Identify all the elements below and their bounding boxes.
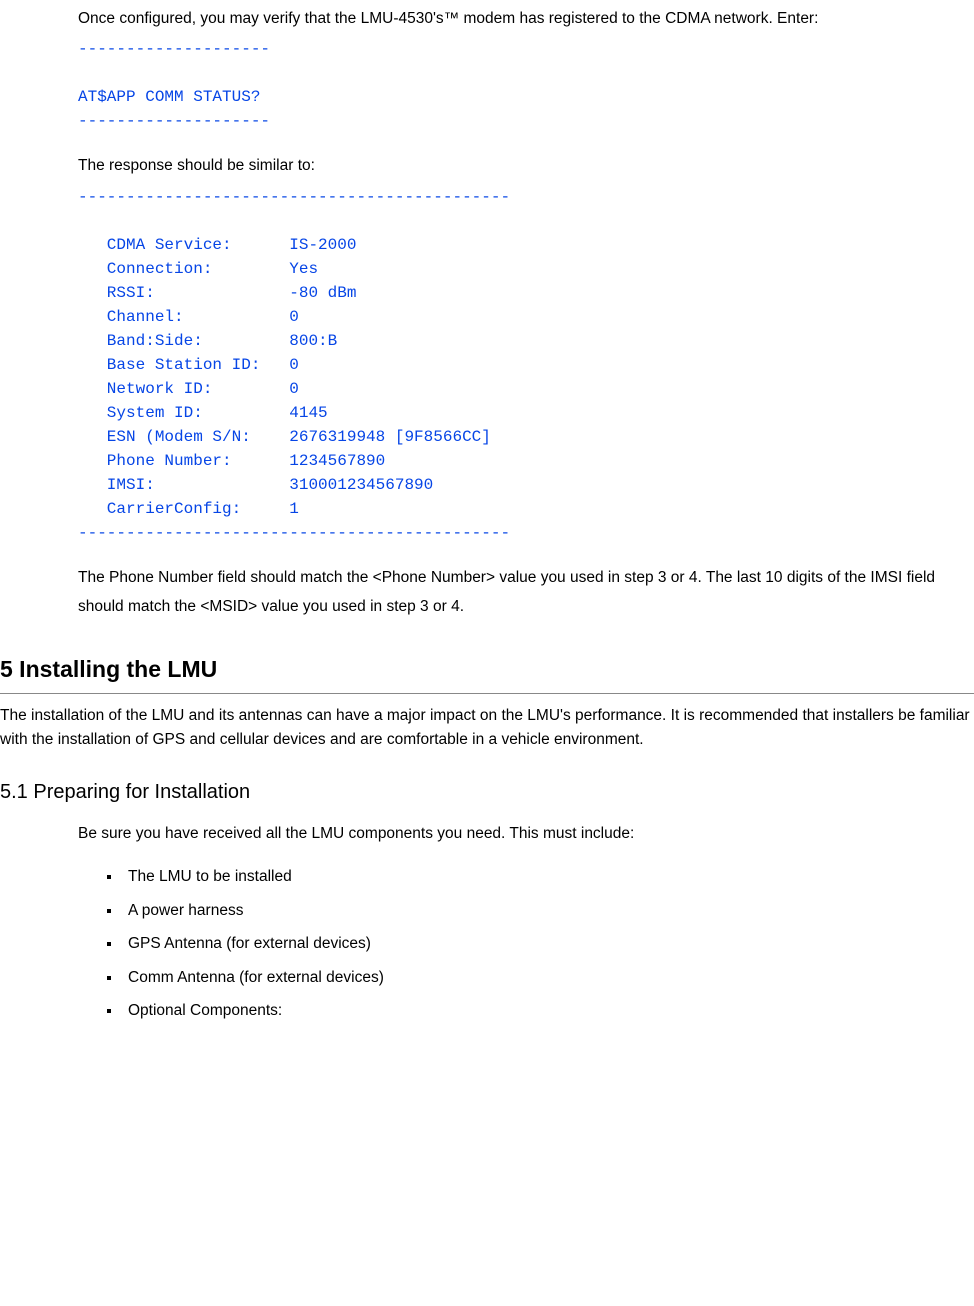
list-item: The LMU to be installed [122, 862, 964, 891]
component-list: The LMU to be installed A power harness … [78, 862, 964, 1025]
intro-text-1: Once configured, you may verify that the… [78, 4, 964, 33]
list-item: Optional Components: [122, 996, 964, 1025]
heading-install: 5 Installing the LMU [0, 648, 974, 695]
paragraph-components: Be sure you have received all the LMU co… [78, 819, 964, 848]
list-item: GPS Antenna (for external devices) [122, 929, 964, 958]
code-block-2: ----------------------------------------… [78, 185, 964, 545]
heading-preparing: 5.1 Preparing for Installation [0, 773, 974, 811]
code-block-1: -------------------- AT$APP COMM STATUS?… [78, 37, 964, 133]
list-item: A power harness [122, 896, 964, 925]
list-item: Comm Antenna (for external devices) [122, 963, 964, 992]
paragraph-install-intro: The installation of the LMU and its ante… [0, 704, 974, 751]
paragraph-phone-note: The Phone Number field should match the … [78, 563, 964, 622]
intro-text-2: The response should be similar to: [78, 151, 964, 180]
